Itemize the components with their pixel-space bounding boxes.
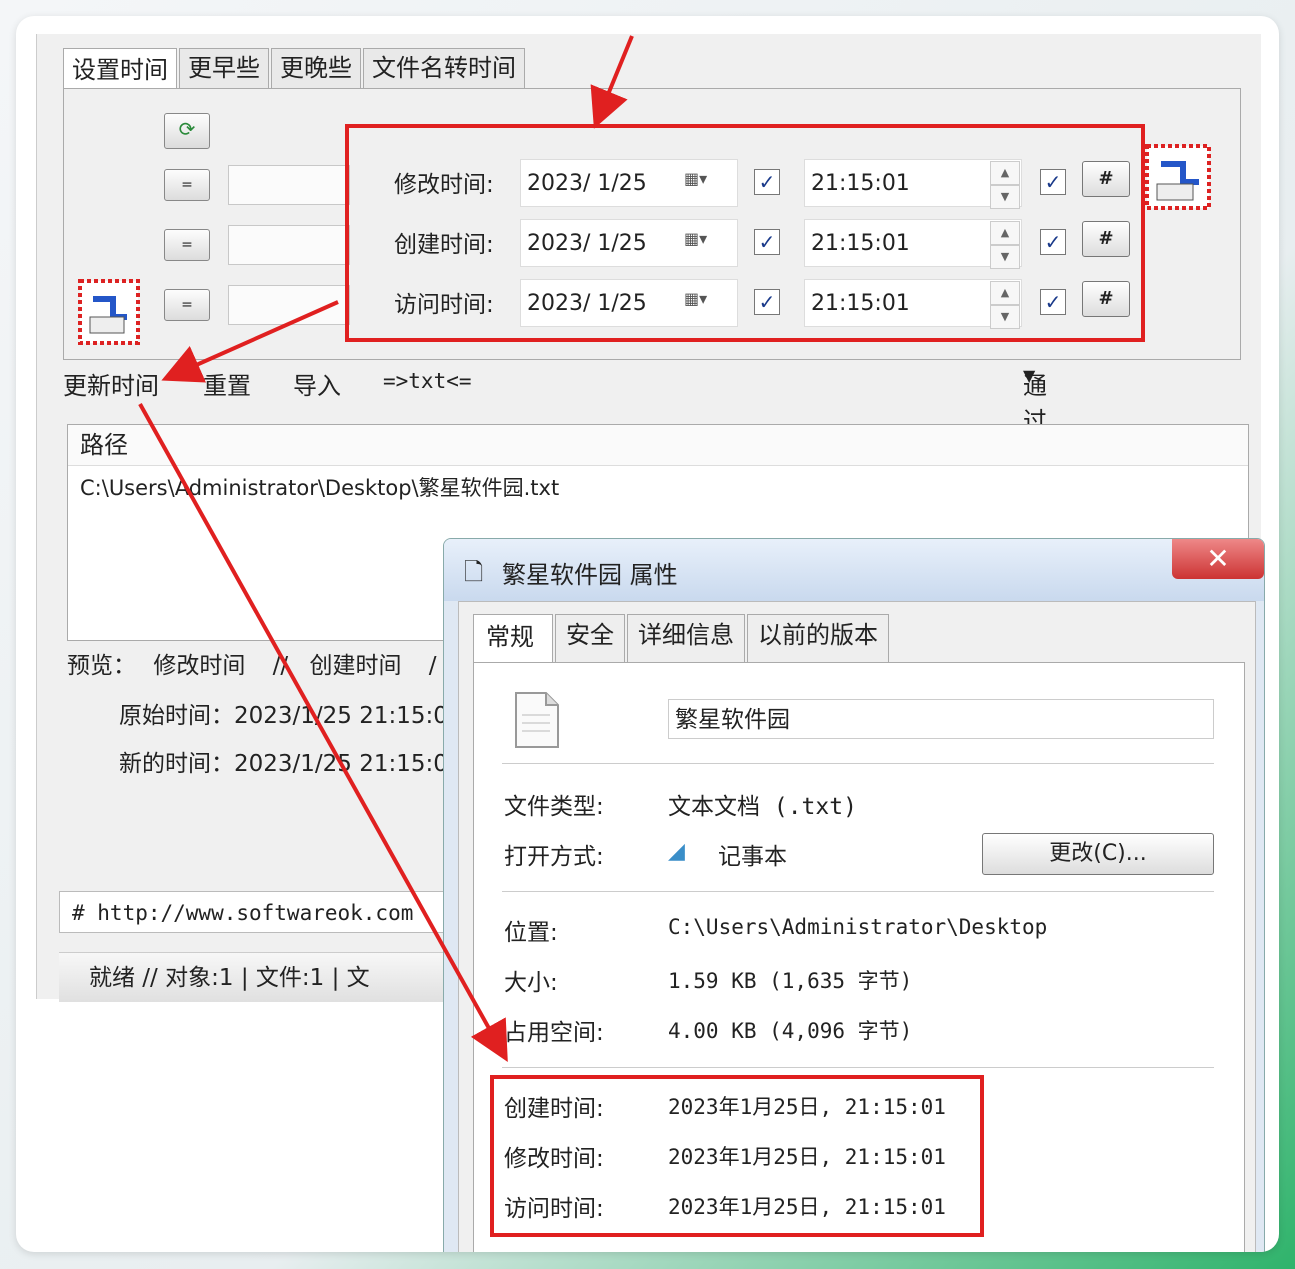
screenshot-card: 设置时间 更早些 更晚些 文件名转时间 ⟳ = = = 修改时间: 2023/ … (16, 16, 1279, 1252)
arrow-to-properties (138, 403, 508, 1062)
annotation-arrows (138, 35, 634, 1062)
arrow-to-times (590, 35, 634, 129)
arrow-to-update (161, 300, 339, 383)
